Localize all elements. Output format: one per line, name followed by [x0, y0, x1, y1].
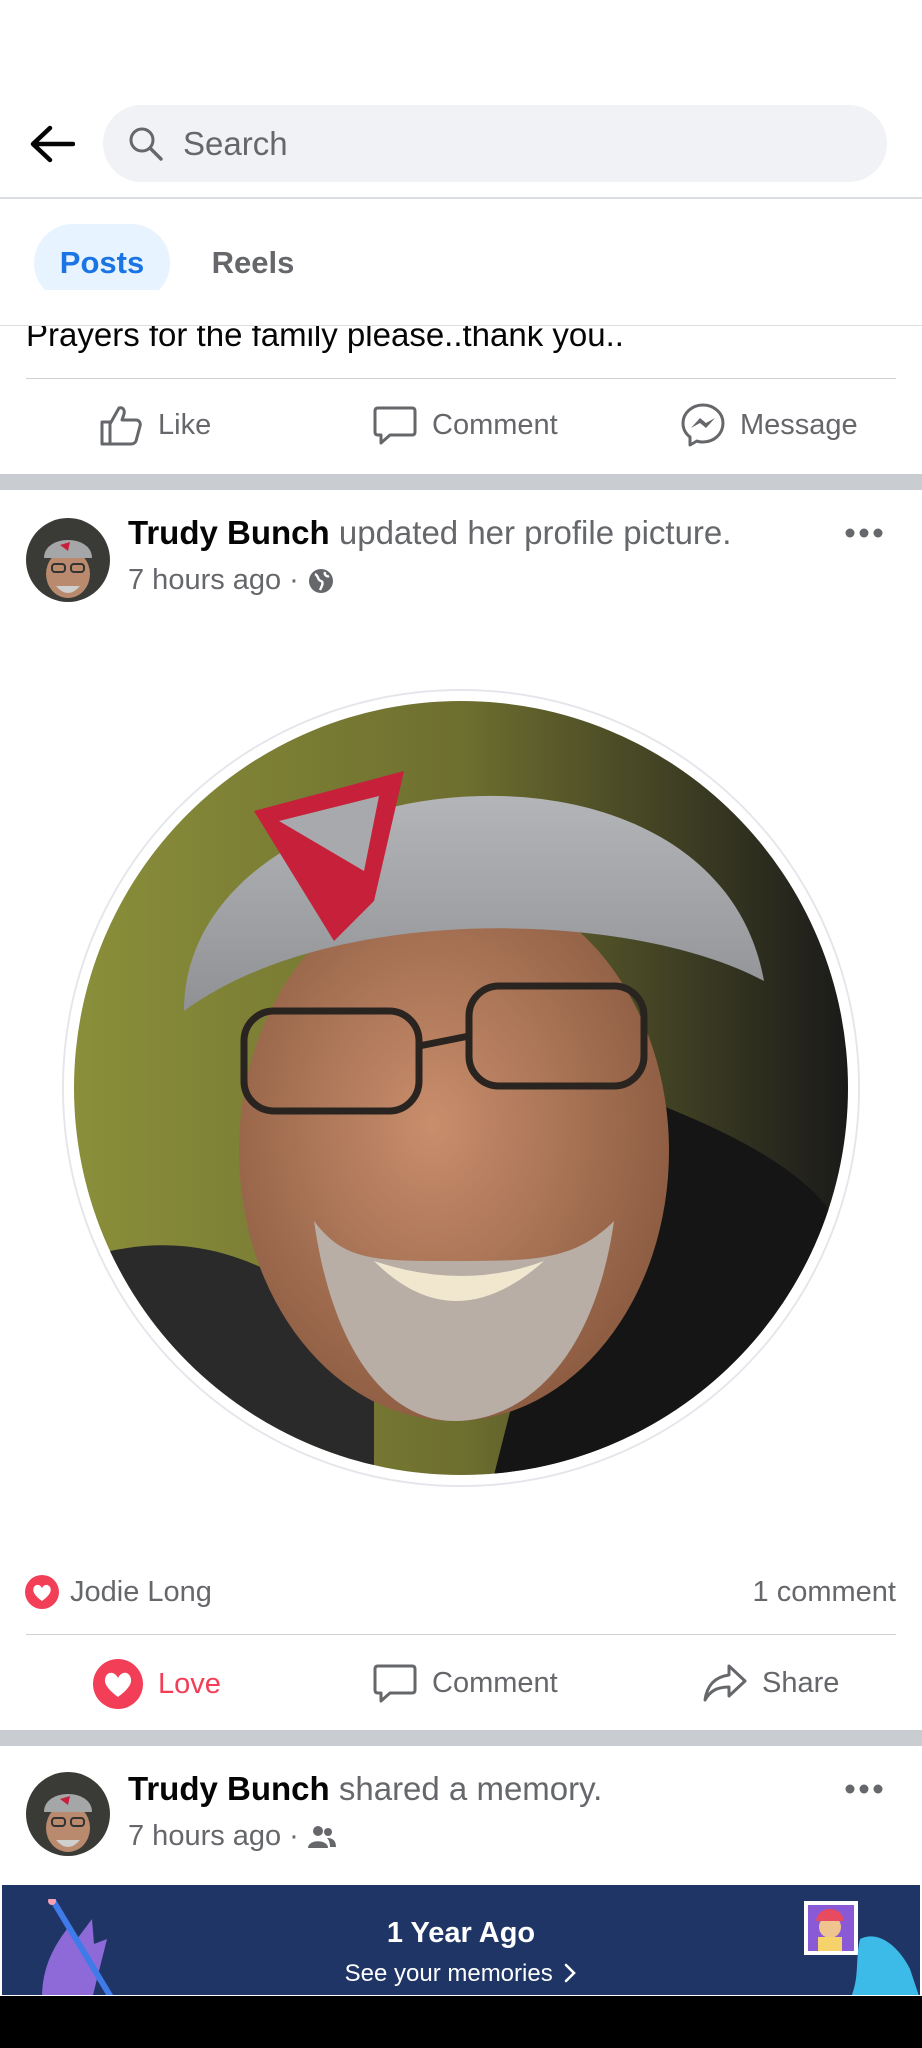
comment-icon	[373, 1664, 417, 1703]
thumbs-up-icon	[100, 406, 142, 446]
comment-icon	[373, 406, 417, 445]
post-separator	[0, 1730, 922, 1746]
post-separator	[0, 474, 922, 490]
memory-title: 1 Year Ago	[386, 1917, 536, 1949]
avatar[interactable]	[26, 1772, 110, 1856]
author-name[interactable]: Trudy Bunch	[128, 1770, 330, 1807]
avatar-image	[26, 518, 110, 602]
share-button[interactable]: Share	[702, 1660, 839, 1706]
tabs-mask	[0, 290, 922, 326]
post-meta: 7 hours ago ·	[128, 564, 335, 597]
tabs-divider	[0, 325, 922, 326]
see-memories-link[interactable]: See your memories	[2, 1960, 920, 1988]
comment-button[interactable]: Comment	[372, 1660, 558, 1706]
divider	[26, 378, 896, 379]
globe-icon	[308, 568, 333, 593]
love-reaction-icon	[25, 1575, 59, 1609]
share-icon	[703, 1664, 747, 1702]
system-navigation-bar	[0, 1996, 922, 2048]
post-meta: 7 hours ago ·	[128, 1820, 337, 1853]
back-arrow-icon	[30, 125, 75, 163]
avatar-image	[26, 1772, 110, 1856]
share-label: Share	[762, 1666, 840, 1699]
like-label: Like	[158, 408, 212, 441]
see-memories-label: See your memories	[344, 1960, 553, 1987]
comment-count[interactable]: 1 comment	[753, 1576, 896, 1609]
message-label: Message	[740, 408, 858, 441]
back-button[interactable]	[24, 116, 80, 172]
post-header: Trudy Bunch updated her profile picture.	[128, 514, 731, 552]
messenger-icon	[681, 403, 725, 447]
reactions-summary[interactable]: Jodie Long	[24, 1574, 212, 1610]
profile-picture[interactable]	[64, 691, 858, 1485]
love-label: Love	[158, 1667, 221, 1700]
profile-photo	[74, 701, 848, 1475]
post-header: Trudy Bunch shared a memory.	[128, 1770, 602, 1808]
divider	[26, 1634, 896, 1635]
avatar[interactable]	[26, 518, 110, 602]
meta-separator: ·	[289, 564, 299, 596]
more-icon	[845, 528, 883, 538]
post-time[interactable]: 7 hours ago	[128, 564, 281, 597]
post-action-text: shared a memory.	[338, 1770, 603, 1807]
like-button[interactable]: Like	[98, 402, 211, 448]
search-placeholder: Search	[183, 124, 288, 162]
author-name[interactable]: Trudy Bunch	[128, 514, 330, 551]
header-divider	[0, 197, 922, 199]
memory-banner[interactable]: 1 Year Ago See your memories	[2, 1885, 920, 1995]
more-icon	[845, 1784, 883, 1794]
love-icon	[93, 1659, 143, 1709]
reactions-names: Jodie Long	[70, 1575, 212, 1608]
comment-label: Comment	[432, 408, 558, 441]
comment-label: Comment	[432, 1666, 558, 1699]
chevron-right-icon	[565, 1963, 577, 1983]
post-action-text: updated her profile picture.	[338, 514, 732, 551]
more-options-button[interactable]	[839, 518, 889, 548]
photo-illustration-icon	[804, 1901, 919, 1995]
post-time[interactable]: 7 hours ago	[128, 1820, 281, 1853]
message-button[interactable]: Message	[680, 402, 858, 448]
more-options-button[interactable]	[839, 1774, 889, 1804]
search-input[interactable]: Search	[103, 105, 887, 182]
search-icon	[129, 127, 163, 161]
love-button[interactable]: Love	[92, 1658, 221, 1710]
friends-icon	[307, 1825, 336, 1848]
comment-button[interactable]: Comment	[372, 402, 558, 448]
meta-separator: ·	[289, 1820, 299, 1852]
